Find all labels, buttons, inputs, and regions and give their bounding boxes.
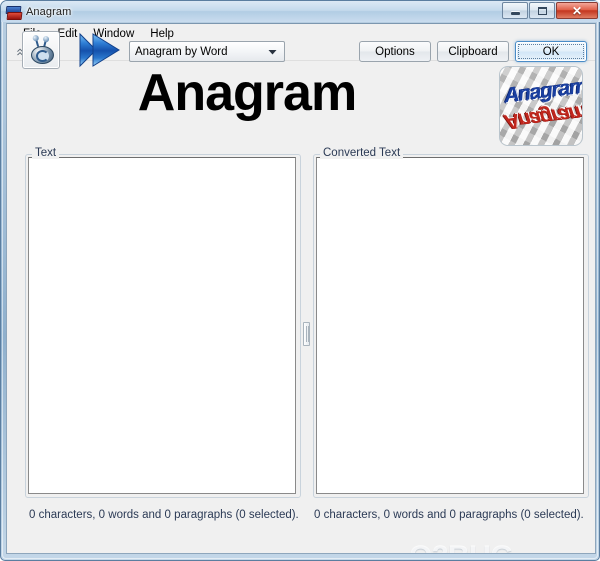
window-title: Anagram — [26, 5, 72, 18]
anagram-app-icon — [5, 4, 23, 20]
bottom-toolbar — [7, 527, 595, 553]
panel-splitter[interactable] — [301, 154, 312, 498]
double-arrow-right-icon — [79, 32, 120, 68]
header-banner: Anagram Anagram Anagram — [7, 61, 595, 146]
application-window: Anagram ✕ File Edit Window Help — [0, 0, 600, 561]
page-title: Anagram — [137, 64, 357, 122]
text-groupbox-label: Text — [32, 147, 60, 159]
anagram-mode-select[interactable]: Anagram by Word — [129, 41, 285, 62]
options-button[interactable]: Options — [359, 41, 431, 62]
converted-text-status: 0 characters, 0 words and 0 paragraphs (… — [314, 509, 584, 521]
minimize-icon — [510, 11, 520, 15]
menu-item-help[interactable]: Help — [142, 26, 182, 43]
maximize-icon — [537, 6, 547, 15]
convert-arrows-button[interactable] — [79, 32, 121, 68]
chevron-down-icon[interactable] — [265, 42, 280, 61]
source-text-input[interactable] — [28, 157, 296, 494]
splitter-grip-handle[interactable] — [303, 322, 310, 346]
caption-button-group: ✕ — [502, 2, 598, 19]
client-area: File Edit Window Help Anagram Anagram An… — [6, 23, 596, 554]
title-bar[interactable]: Anagram ✕ — [1, 1, 600, 22]
converted-text-groupbox-label: Converted Text — [320, 147, 404, 159]
source-text-status: 0 characters, 0 words and 0 paragraphs (… — [29, 509, 299, 521]
anagram-logo: Anagram Anagram — [499, 66, 583, 146]
minimize-button[interactable] — [502, 2, 528, 19]
close-icon: ✕ — [571, 3, 583, 18]
ok-focus-ring — [518, 44, 584, 59]
maximize-button[interactable] — [529, 2, 555, 19]
ok-button[interactable]: OK — [515, 41, 587, 62]
anagram-engine-button[interactable] — [22, 31, 60, 69]
clipboard-button[interactable]: Clipboard — [437, 41, 509, 62]
watermark-suffix: .com — [513, 553, 548, 554]
anagram-mode-value: Anagram by Word — [135, 45, 228, 58]
close-button[interactable]: ✕ — [556, 2, 598, 19]
converted-text-output[interactable] — [316, 157, 584, 494]
snail-icon — [29, 37, 54, 64]
text-groupbox: Text — [25, 147, 301, 498]
converted-text-groupbox: Converted Text — [313, 147, 589, 498]
